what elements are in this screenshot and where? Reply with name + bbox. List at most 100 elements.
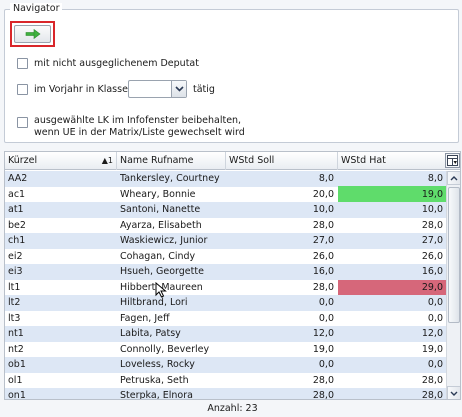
table-row[interactable]: ch1 Waskiewicz, Junior 27,0 27,0: [5, 233, 446, 249]
cell-name: Loveless, Rocky: [120, 359, 195, 370]
cell-name: Ayarza, Elisabeth: [120, 219, 202, 231]
table-row[interactable]: nt2 Connolly, Beverley 19,0 19,0: [5, 341, 446, 357]
table-row[interactable]: on1 Sterpka, Elnora 28,0 28,0: [5, 388, 446, 400]
vertical-scrollbar[interactable]: [446, 171, 460, 399]
cell-name: Cohagan, Cindy: [120, 250, 196, 262]
column-hat-label: WStd Hat: [341, 155, 386, 166]
navigator-title: Navigator: [10, 3, 63, 14]
scroll-up-icon[interactable]: [447, 171, 460, 185]
cell-hat: 28,0: [421, 219, 443, 231]
cell-kuerzel: be2: [8, 219, 26, 231]
sort-ascending-icon: ▲1: [101, 156, 113, 165]
cell-name: Hiltbrand, Lori: [120, 297, 188, 308]
vorjahr-checkbox[interactable]: [17, 84, 28, 95]
cell-soll: 28,0: [312, 219, 334, 231]
cell-hat: 28,0: [421, 374, 443, 386]
arrow-right-icon: [25, 29, 40, 39]
option-deputat[interactable]: mit nicht ausgeglichenem Deputat: [17, 58, 199, 69]
keep-lk-checkbox[interactable]: [17, 117, 28, 128]
mouse-pointer-icon: [155, 282, 167, 298]
cell-soll: 19,0: [312, 343, 334, 355]
cell-kuerzel: ob1: [8, 359, 26, 370]
cell-name: Labita, Patsy: [120, 328, 181, 339]
scroll-down-icon[interactable]: [447, 386, 460, 399]
cell-kuerzel: ei2: [8, 250, 23, 262]
table-row[interactable]: be2 Ayarza, Elisabeth 28,0 28,0: [5, 217, 446, 233]
cell-kuerzel: ch1: [8, 235, 26, 246]
table-row[interactable]: ol1 Petruska, Seth 28,0 28,0: [5, 372, 446, 388]
cell-kuerzel: nt1: [8, 328, 24, 339]
option-vorjahr[interactable]: im Vorjahr in Klasse: [17, 84, 128, 95]
cell-soll: 28,0: [312, 281, 334, 293]
cell-kuerzel: lt1: [8, 281, 21, 293]
cell-hat: 19,0: [338, 186, 446, 202]
navigator-window: Navigator mit nicht ausgeglichenem Deput…: [0, 0, 462, 417]
keep-lk-label-line2: wenn UE in der Matrix/Liste gewechselt w…: [34, 127, 245, 138]
cell-hat: 10,0: [421, 204, 443, 215]
cell-kuerzel: AA2: [8, 173, 28, 184]
cell-name: Waskiewicz, Junior: [120, 235, 208, 246]
column-header-soll[interactable]: WStd Soll: [226, 152, 338, 170]
table-row[interactable]: lt2 Hiltbrand, Lori 0,0 0,0: [5, 295, 446, 311]
table-row[interactable]: lt1 Hibbert, Maureen 28,0 29,0: [5, 279, 446, 295]
column-soll-label: WStd Soll: [229, 155, 275, 166]
scrollbar-thumb[interactable]: [448, 187, 460, 323]
cell-kuerzel: ol1: [8, 374, 23, 386]
cell-soll: 26,0: [312, 250, 334, 262]
cell-name: Santoni, Nanette: [120, 204, 201, 215]
table-row[interactable]: ob1 Loveless, Rocky 0,0 0,0: [5, 357, 446, 373]
cell-soll: 0,0: [318, 359, 334, 370]
cell-kuerzel: ei3: [8, 266, 23, 277]
table-row[interactable]: ac1 Wheary, Bonnie 20,0 19,0: [5, 186, 446, 202]
cell-name: Sterpka, Elnora: [120, 390, 193, 400]
cell-soll: 16,0: [312, 266, 334, 277]
vorjahr-suffix: tätig: [193, 84, 215, 95]
go-button[interactable]: [14, 25, 51, 43]
table-row[interactable]: AA2 Tankersley, Courtney 8,0 8,0: [5, 171, 446, 188]
cell-hat: 28,0: [421, 390, 443, 400]
cell-kuerzel: lt3: [8, 312, 21, 324]
cell-hat: 16,0: [421, 266, 443, 277]
cell-kuerzel: on1: [8, 390, 26, 400]
cell-hat: 0,0: [427, 312, 443, 324]
table-row[interactable]: ei2 Cohagan, Cindy 26,0 26,0: [5, 248, 446, 264]
cell-hat: 8,0: [427, 173, 443, 184]
cell-name: Fagen, Jeff: [120, 312, 170, 324]
cell-name: Wheary, Bonnie: [120, 188, 196, 200]
table-row[interactable]: nt1 Labita, Patsy 12,0 12,0: [5, 326, 446, 342]
table-row[interactable]: ei3 Hsueh, Georgette 16,0 16,0: [5, 264, 446, 280]
cell-hat: 26,0: [421, 250, 443, 262]
table-row[interactable]: lt3 Fagen, Jeff 0,0 0,0: [5, 310, 446, 326]
deputat-checkbox[interactable]: [17, 58, 28, 69]
teacher-grid: Kürzel ▲1 Name Rufname WStd Soll WStd Ha…: [4, 151, 461, 400]
vorjahr-label: im Vorjahr in Klasse: [34, 84, 128, 95]
cell-hat: 0,0: [427, 359, 443, 370]
cell-kuerzel: nt2: [8, 343, 24, 355]
cell-soll: 12,0: [312, 328, 334, 339]
column-header-kuerzel[interactable]: Kürzel ▲1: [5, 152, 117, 170]
table-row[interactable]: at1 Santoni, Nanette 10,0 10,0: [5, 202, 446, 218]
column-header-hat[interactable]: WStd Hat: [338, 152, 445, 170]
column-kuerzel-label: Kürzel: [8, 155, 38, 166]
chevron-down-icon[interactable]: [171, 81, 186, 97]
cell-name: Hibbert, Maureen: [120, 281, 203, 293]
cell-kuerzel: at1: [8, 204, 24, 215]
keep-lk-label-line1: ausgewählte LK im Infofenster beibehalte…: [34, 115, 242, 126]
column-header-name[interactable]: Name Rufname: [117, 152, 226, 170]
cell-soll: 28,0: [312, 374, 334, 386]
klasse-dropdown[interactable]: [128, 80, 187, 98]
column-name-label: Name Rufname: [120, 155, 194, 166]
cell-name: Petruska, Seth: [120, 374, 189, 386]
cell-hat: 0,0: [427, 297, 443, 308]
cell-kuerzel: lt2: [8, 297, 21, 308]
cell-name: Connolly, Beverley: [120, 343, 210, 355]
cell-soll: 28,0: [312, 390, 334, 400]
cell-soll: 0,0: [318, 312, 334, 324]
cell-soll: 10,0: [312, 204, 334, 215]
cell-hat: 19,0: [421, 343, 443, 355]
column-chooser-icon[interactable]: [445, 153, 460, 168]
cell-hat: 29,0: [338, 279, 446, 295]
grid-header: Kürzel ▲1 Name Rufname WStd Soll WStd Ha…: [5, 152, 460, 170]
cell-kuerzel: ac1: [8, 188, 26, 200]
keep-lk-label: ausgewählte LK im Infofenster beibehalte…: [34, 115, 304, 139]
